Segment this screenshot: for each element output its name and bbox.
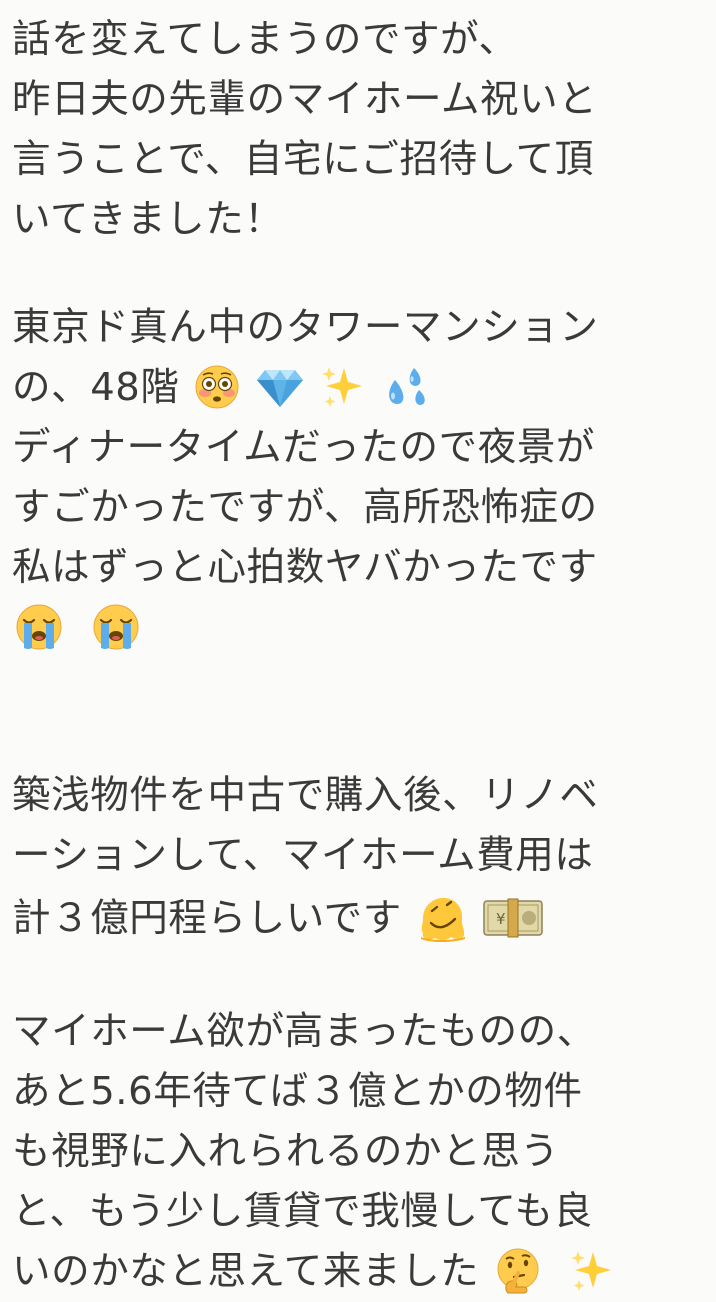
post-body: 話を変えてしまうのですが、 昨日夫の先輩のマイホーム祝いと 言うことで、自宅にご… (0, 0, 716, 1301)
text-line: すごかったですが、高所恐怖症の (12, 485, 598, 530)
text-line: 昨日夫の先輩のマイホーム祝いと (12, 77, 598, 122)
text-line-with-emojis: 計３億円程らしいです ¥ (12, 886, 716, 952)
text-line: 話を変えてしまうのですが、 (12, 17, 518, 62)
melting-face-emoji (417, 893, 467, 943)
text-segment: 計３億円程らしいです (12, 896, 402, 941)
text-line: と、もう少し賃貸で我慢しても良 (12, 1189, 593, 1234)
gem-emoji (255, 364, 305, 410)
sparkles-emoji (320, 364, 366, 410)
text-segment: の、48階 (12, 365, 180, 410)
emoji-line (12, 598, 716, 658)
text-line-with-emojis: いのかなと思えて来ました (12, 1242, 716, 1302)
paragraph-4: マイホーム欲が高まったものの、 あと5.6年待てば３億とかの物件 も視野に入れら… (12, 1002, 716, 1302)
banknote-emoji: ¥ (482, 895, 544, 941)
sweat-droplets-emoji (381, 364, 431, 410)
crying-face-emoji (14, 602, 64, 652)
paragraph-1: 話を変えてしまうのですが、 昨日夫の先輩のマイホーム祝いと 言うことで、自宅にご… (12, 10, 716, 250)
text-line: あと5.6年待てば３億とかの物件 (12, 1069, 583, 1114)
text-segment: いのかなと思えて来ました (12, 1249, 480, 1294)
crying-face-emoji (91, 602, 141, 652)
text-line: いてきました！ (12, 197, 284, 242)
paragraph-3: 築浅物件を中古で購入後、リノベ ーションして、マイホーム費用は 計３億円程らしい… (12, 766, 716, 952)
text-line: も視野に入れられるのかと思う (12, 1129, 560, 1174)
text-line-with-emojis: の、48階 (12, 358, 716, 418)
text-line: マイホーム欲が高まったものの、 (12, 1009, 596, 1054)
paragraph-2: 東京ド真ん中のタワーマンション の、48階 ディナータイムだったので夜景が すご… (12, 298, 716, 658)
flushed-face-emoji (194, 364, 240, 410)
text-line: 東京ド真ん中のタワーマンション (12, 305, 599, 350)
svg-text:¥: ¥ (496, 910, 506, 928)
text-line: 築浅物件を中古で購入後、リノベ (12, 773, 599, 818)
text-line: ディナータイムだったので夜景が (12, 425, 596, 470)
text-line: ーションして、マイホーム費用は (12, 833, 594, 878)
text-line: 私はずっと心拍数ヤバかったです (12, 545, 598, 590)
sparkles-emoji (569, 1248, 615, 1294)
thinking-face-emoji (494, 1247, 542, 1295)
text-line: 言うことで、自宅にご招待して頂 (12, 137, 594, 182)
